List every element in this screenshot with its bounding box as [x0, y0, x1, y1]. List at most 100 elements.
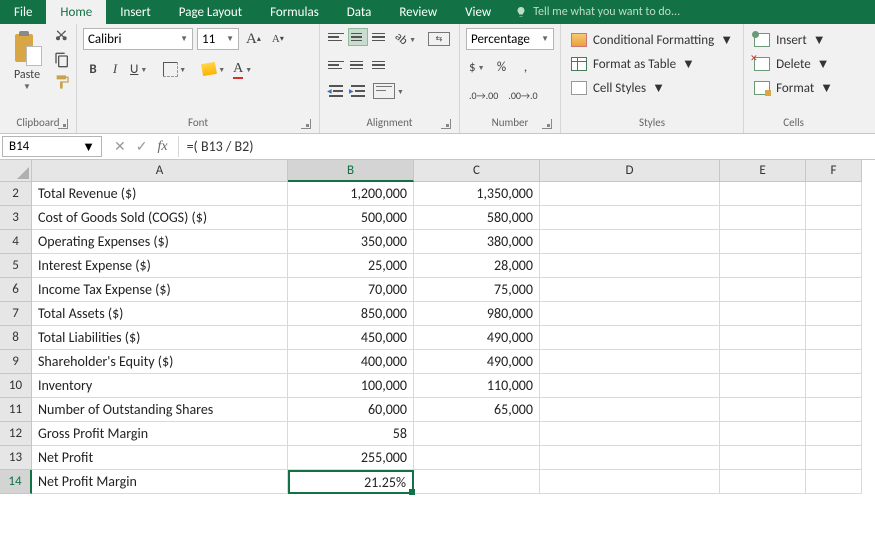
tab-insert[interactable]: Insert: [106, 0, 165, 24]
cancel-formula-button[interactable]: ✕: [114, 138, 126, 155]
cell[interactable]: 255,000: [288, 446, 414, 470]
cell[interactable]: 28,000: [414, 254, 540, 278]
cell[interactable]: [540, 278, 720, 302]
formula-input[interactable]: =( B13 / B2): [179, 134, 875, 159]
percent-format-button[interactable]: %: [492, 56, 512, 78]
cell[interactable]: 65,000: [414, 398, 540, 422]
cell[interactable]: [806, 326, 862, 350]
cell[interactable]: Gross Profit Margin: [32, 422, 288, 446]
increase-decimal-button[interactable]: .0→.00: [466, 84, 501, 106]
cell[interactable]: [540, 446, 720, 470]
name-box[interactable]: B14▼: [2, 136, 102, 157]
cell[interactable]: Income Tax Expense ($): [32, 278, 288, 302]
row-header[interactable]: 14: [0, 470, 32, 494]
cell[interactable]: [540, 470, 720, 494]
wrap-text-button[interactable]: ▼: [370, 80, 407, 102]
align-center-button[interactable]: [348, 56, 368, 74]
align-bottom-button[interactable]: [370, 28, 390, 46]
cell[interactable]: 380,000: [414, 230, 540, 254]
cell[interactable]: 490,000: [414, 326, 540, 350]
cell[interactable]: [806, 422, 862, 446]
cell[interactable]: Total Revenue ($): [32, 182, 288, 206]
tab-file[interactable]: File: [0, 0, 46, 24]
cell[interactable]: [720, 446, 806, 470]
format-cells-button[interactable]: Format▼: [750, 78, 837, 98]
align-top-button[interactable]: [326, 28, 346, 46]
row-header[interactable]: 3: [0, 206, 32, 230]
copy-button[interactable]: [54, 52, 70, 68]
cell[interactable]: 980,000: [414, 302, 540, 326]
accounting-format-button[interactable]: $▼: [466, 56, 488, 78]
decrease-font-button[interactable]: A▾: [268, 28, 288, 50]
row-header[interactable]: 9: [0, 350, 32, 374]
cell[interactable]: [806, 470, 862, 494]
increase-indent-button[interactable]: [348, 80, 368, 102]
cell[interactable]: [720, 422, 806, 446]
tab-page-layout[interactable]: Page Layout: [165, 0, 256, 24]
cell[interactable]: Net Profit: [32, 446, 288, 470]
cell[interactable]: Shareholder's Equity ($): [32, 350, 288, 374]
cell[interactable]: [540, 350, 720, 374]
cell[interactable]: [720, 350, 806, 374]
col-header-A[interactable]: A: [32, 160, 288, 182]
italic-button[interactable]: I: [105, 58, 125, 80]
cell[interactable]: [540, 254, 720, 278]
cell[interactable]: [540, 398, 720, 422]
cell[interactable]: [806, 230, 862, 254]
cell[interactable]: 58: [288, 422, 414, 446]
cell[interactable]: [540, 182, 720, 206]
cell[interactable]: 60,000: [288, 398, 414, 422]
row-header[interactable]: 8: [0, 326, 32, 350]
row-header[interactable]: 11: [0, 398, 32, 422]
col-header-D[interactable]: D: [540, 160, 720, 182]
cell[interactable]: Total Liabilities ($): [32, 326, 288, 350]
fill-color-button[interactable]: ▼: [199, 58, 228, 80]
cut-button[interactable]: [54, 30, 70, 46]
tab-home[interactable]: Home: [46, 0, 106, 24]
chevron-down-icon[interactable]: ▼: [23, 82, 31, 92]
insert-cells-button[interactable]: Insert▼: [750, 30, 837, 50]
align-right-button[interactable]: [370, 56, 390, 74]
cell[interactable]: [720, 254, 806, 278]
cell[interactable]: [720, 398, 806, 422]
cell[interactable]: [720, 302, 806, 326]
row-header[interactable]: 12: [0, 422, 32, 446]
decrease-decimal-button[interactable]: .00→.0: [505, 84, 540, 106]
cell[interactable]: [540, 302, 720, 326]
col-header-B[interactable]: B: [288, 160, 414, 182]
borders-button[interactable]: ▼: [160, 58, 189, 80]
cell-styles-button[interactable]: Cell Styles▼: [567, 78, 737, 98]
cell[interactable]: Cost of Goods Sold (COGS) ($): [32, 206, 288, 230]
increase-font-button[interactable]: A▴: [243, 28, 264, 50]
cell[interactable]: [806, 374, 862, 398]
cell[interactable]: [540, 374, 720, 398]
accept-formula-button[interactable]: ✓: [136, 138, 148, 155]
dialog-launcher-icon[interactable]: [542, 119, 552, 129]
cell[interactable]: 110,000: [414, 374, 540, 398]
tell-me-search[interactable]: Tell me what you want to do...: [505, 0, 690, 24]
col-header-E[interactable]: E: [720, 160, 806, 182]
cell[interactable]: Inventory: [32, 374, 288, 398]
tab-formulas[interactable]: Formulas: [256, 0, 333, 24]
conditional-formatting-button[interactable]: Conditional Formatting▼: [567, 30, 737, 50]
cell[interactable]: 580,000: [414, 206, 540, 230]
cell[interactable]: 21.25%: [288, 470, 414, 494]
col-header-C[interactable]: C: [414, 160, 540, 182]
cell[interactable]: [720, 470, 806, 494]
cell[interactable]: 100,000: [288, 374, 414, 398]
font-color-button[interactable]: A▼: [230, 58, 255, 80]
underline-button[interactable]: U▼: [127, 58, 150, 80]
cell[interactable]: 400,000: [288, 350, 414, 374]
cell[interactable]: 70,000: [288, 278, 414, 302]
cell[interactable]: [720, 278, 806, 302]
cell[interactable]: [414, 446, 540, 470]
cell[interactable]: [806, 446, 862, 470]
comma-format-button[interactable]: ,: [516, 56, 536, 78]
format-painter-button[interactable]: [54, 74, 70, 90]
cell[interactable]: Operating Expenses ($): [32, 230, 288, 254]
row-header[interactable]: 10: [0, 374, 32, 398]
cell[interactable]: 850,000: [288, 302, 414, 326]
cell[interactable]: [540, 230, 720, 254]
cell[interactable]: [806, 350, 862, 374]
cell[interactable]: [720, 374, 806, 398]
